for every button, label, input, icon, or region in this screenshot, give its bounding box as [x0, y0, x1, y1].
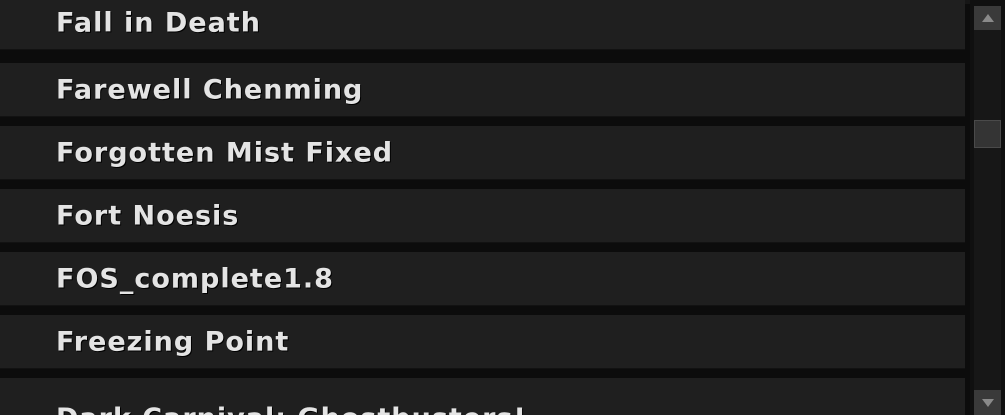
list-item-label: Farewell Chenming — [56, 74, 364, 105]
triangle-down-icon — [981, 398, 994, 407]
list-item-fort-noesis[interactable]: Fort Noesis — [0, 189, 965, 243]
list-item-label: Forgotten Mist Fixed — [56, 137, 394, 168]
list-item-label: Fall in Death — [56, 7, 261, 38]
list-item-fos-complete[interactable]: FOS_complete1.8 — [0, 252, 965, 306]
scroll-down-button[interactable] — [974, 390, 1001, 415]
vertical-scrollbar[interactable] — [970, 0, 1005, 415]
list-item-label: Fort Noesis — [56, 200, 240, 231]
list-item-forgotten-mist-fixed[interactable]: Forgotten Mist Fixed — [0, 126, 965, 180]
list-item-label: Dark Carnival: Ghostbusters! — [56, 403, 527, 415]
level-list: Fall in Death Farewell Chenming Forgotte… — [0, 0, 966, 415]
list-item-farewell-chenming[interactable]: Farewell Chenming — [0, 63, 965, 117]
scroll-track[interactable] — [974, 30, 1001, 390]
triangle-up-icon — [981, 14, 994, 22]
list-item-freezing-point[interactable]: Freezing Point — [0, 315, 965, 369]
list-item-label: FOS_complete1.8 — [56, 263, 334, 294]
list-item-fall-in-death[interactable]: Fall in Death — [0, 0, 965, 50]
scroll-thumb[interactable] — [974, 119, 1001, 148]
list-item-label: Freezing Point — [56, 326, 290, 357]
list-item-dark-carnival-ghostbusters[interactable]: Dark Carnival: Ghostbusters! — [0, 378, 965, 415]
scroll-up-button[interactable] — [974, 6, 1001, 30]
